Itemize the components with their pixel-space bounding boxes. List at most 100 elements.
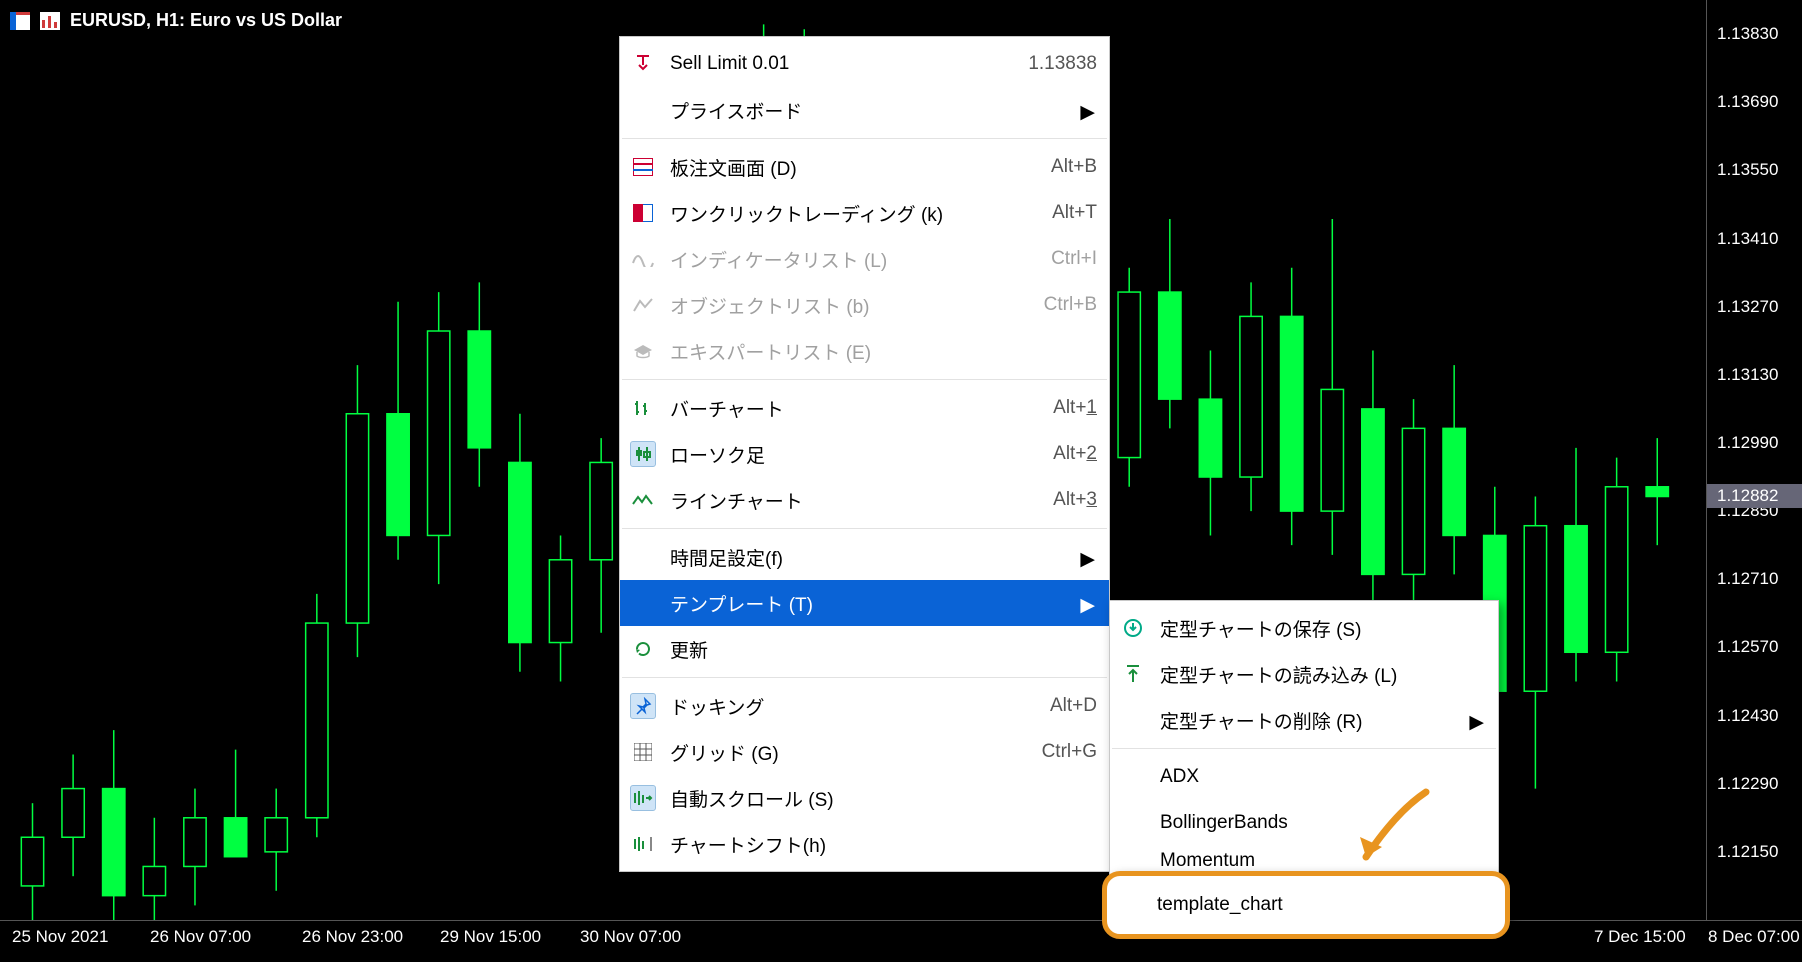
chart-title: EURUSD, H1: Euro vs US Dollar [10, 10, 342, 31]
submenu-delete-label: 定型チャートの削除 (R) [1160, 707, 1486, 734]
submenu-template-bb[interactable]: BollingerBands [1110, 800, 1498, 846]
menu-candlestick-shortcut: Alt+2 [1053, 443, 1097, 465]
menu-template[interactable]: テンプレート (T) ▶ [620, 580, 1109, 626]
menu-object-list-label: オブジェクトリスト (b) [670, 292, 1044, 319]
time-tick: 30 Nov 07:00 [580, 927, 681, 947]
menu-separator [622, 379, 1107, 380]
menu-price-board[interactable]: プライスボード ▶ [620, 87, 1109, 133]
price-tick: 1.12430 [1717, 706, 1778, 726]
submenu-arrow-icon: ▶ [1080, 101, 1095, 124]
annotation-highlight-box[interactable]: template_chart [1102, 871, 1510, 939]
price-marker: 1.12882 [1707, 484, 1802, 508]
time-tick: 25 Nov 2021 [12, 927, 108, 947]
menu-object-list-shortcut: Ctrl+B [1044, 294, 1097, 316]
grid-icon [10, 12, 30, 30]
chart-context-menu: Sell Limit 0.01 1.13838 プライスボード ▶ 板注文画面 … [619, 36, 1110, 872]
price-tick: 1.12710 [1717, 569, 1778, 589]
submenu-arrow-icon: ▶ [1080, 594, 1095, 617]
submenu-arrow-icon: ▶ [1080, 548, 1095, 571]
menu-grid-label: グリッド (G) [670, 739, 1042, 766]
menu-autoscroll-label: 自動スクロール (S) [670, 785, 1097, 812]
menu-price-board-label: プライスボード [670, 97, 1097, 124]
menu-line-chart[interactable]: ラインチャート Alt+3 [620, 477, 1109, 523]
submenu-template-adx[interactable]: ADX [1110, 754, 1498, 800]
submenu-mom-label: Momentum [1160, 850, 1486, 872]
grid-lines-icon [630, 739, 656, 765]
menu-sell-limit-label: Sell Limit 0.01 [670, 53, 1028, 75]
submenu-bb-label: BollingerBands [1160, 812, 1486, 834]
menu-sell-limit[interactable]: Sell Limit 0.01 1.13838 [620, 41, 1109, 87]
price-tick: 1.12570 [1717, 637, 1778, 657]
menu-refresh[interactable]: 更新 [620, 626, 1109, 672]
time-axis: 25 Nov 202126 Nov 07:0026 Nov 23:0029 No… [0, 920, 1802, 962]
price-tick: 1.13410 [1717, 229, 1778, 249]
menu-separator [1112, 748, 1496, 749]
menu-template-label: テンプレート (T) [670, 590, 1097, 617]
submenu-save-label: 定型チャートの保存 (S) [1160, 615, 1486, 642]
price-tick: 1.12990 [1717, 433, 1778, 453]
menu-expert-list: エキスパートリスト (E) [620, 328, 1109, 374]
chart-shift-icon [630, 831, 656, 857]
trend-icon [630, 292, 656, 318]
menu-sell-limit-price: 1.13838 [1028, 53, 1097, 75]
menu-chart-shift[interactable]: チャートシフト(h) [620, 821, 1109, 867]
price-axis: 1.13830 1.13690 1.13550 1.13410 1.13270 1.131… [1706, 0, 1802, 920]
submenu-save-template[interactable]: 定型チャートの保存 (S) [1110, 605, 1498, 651]
submenu-template-chart-label: template_chart [1157, 894, 1283, 916]
time-tick: 26 Nov 07:00 [150, 927, 251, 947]
price-tick: 1.13130 [1717, 365, 1778, 385]
menu-timeframe[interactable]: 時間足設定(f) ▶ [620, 534, 1109, 580]
time-tick: 26 Nov 23:00 [302, 927, 403, 947]
panel-icon [630, 200, 656, 226]
menu-grid[interactable]: グリッド (G) Ctrl+G [620, 729, 1109, 775]
menu-docking-label: ドッキング [670, 693, 1050, 720]
table-icon [630, 154, 656, 180]
menu-one-click-label: ワンクリックトレーディング (k) [670, 200, 1052, 227]
submenu-load-template[interactable]: 定型チャートの読み込み (L) [1110, 651, 1498, 697]
menu-expert-list-label: エキスパートリスト (E) [670, 338, 1097, 365]
menu-refresh-label: 更新 [670, 636, 1097, 663]
menu-docking[interactable]: ドッキング Alt+D [620, 683, 1109, 729]
menu-order-panel-label: 板注文画面 (D) [670, 154, 1051, 181]
save-down-icon [1120, 615, 1146, 641]
load-up-icon [1120, 661, 1146, 687]
menu-docking-shortcut: Alt+D [1050, 695, 1097, 717]
menu-line-chart-label: ラインチャート [670, 487, 1053, 514]
bar-chart-icon [630, 395, 656, 421]
menu-candlestick-label: ローソク足 [670, 441, 1053, 468]
line-chart-icon [630, 487, 656, 513]
price-tick: 1.12150 [1717, 842, 1778, 862]
menu-indicator-list-label: インディケータリスト (L) [670, 246, 1051, 273]
menu-separator [622, 138, 1107, 139]
menu-one-click[interactable]: ワンクリックトレーディング (k) Alt+T [620, 190, 1109, 236]
template-submenu: 定型チャートの保存 (S) 定型チャートの読み込み (L) 定型チャートの削除 … [1109, 600, 1499, 881]
menu-autoscroll[interactable]: 自動スクロール (S) [620, 775, 1109, 821]
price-tick: 1.13830 [1717, 24, 1778, 44]
price-tick: 1.13550 [1717, 160, 1778, 180]
menu-line-chart-shortcut: Alt+3 [1053, 489, 1097, 511]
menu-bar-chart[interactable]: バーチャート Alt+1 [620, 385, 1109, 431]
menu-timeframe-label: 時間足設定(f) [670, 544, 1097, 571]
candlestick-icon [630, 441, 656, 467]
menu-grid-shortcut: Ctrl+G [1042, 741, 1097, 763]
submenu-load-label: 定型チャートの読み込み (L) [1160, 661, 1486, 688]
price-tick: 1.12290 [1717, 774, 1778, 794]
menu-one-click-shortcut: Alt+T [1052, 202, 1097, 224]
time-tick: 8 Dec 07:00 [1708, 927, 1800, 947]
menu-separator [622, 528, 1107, 529]
menu-order-panel-shortcut: Alt+B [1051, 156, 1097, 178]
price-tick: 1.13270 [1717, 297, 1778, 317]
menu-chart-shift-label: チャートシフト(h) [670, 831, 1097, 858]
menu-order-panel[interactable]: 板注文画面 (D) Alt+B [620, 144, 1109, 190]
menu-separator [622, 677, 1107, 678]
menu-indicator-list: インディケータリスト (L) Ctrl+I [620, 236, 1109, 282]
price-tick: 1.13690 [1717, 92, 1778, 112]
submenu-arrow-icon: ▶ [1469, 711, 1484, 734]
graduation-cap-icon [630, 338, 656, 364]
refresh-icon [630, 636, 656, 662]
submenu-adx-label: ADX [1160, 766, 1486, 788]
indicator-icon [630, 246, 656, 272]
submenu-delete-template[interactable]: 定型チャートの削除 (R) ▶ [1110, 697, 1498, 743]
autoscroll-icon [630, 785, 656, 811]
menu-candlestick[interactable]: ローソク足 Alt+2 [620, 431, 1109, 477]
